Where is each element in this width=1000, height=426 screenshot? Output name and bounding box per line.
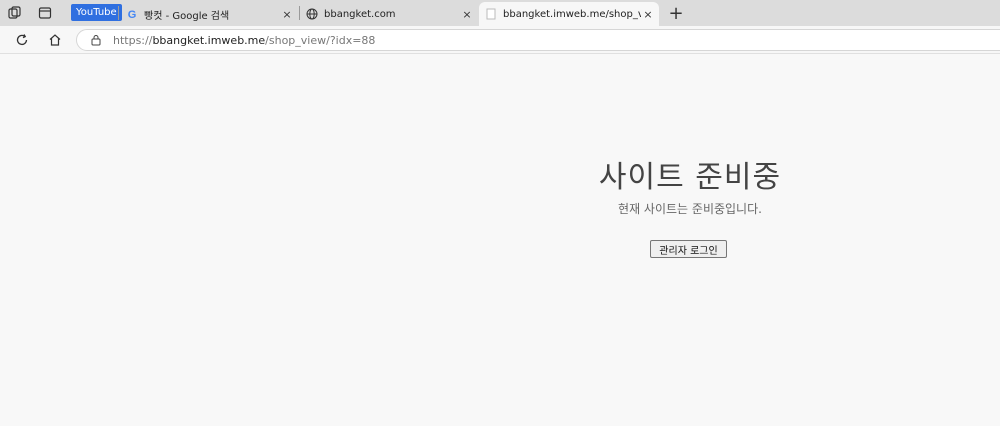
url-text[interactable]: https://bbangket.imweb.me/shop_view/?idx… <box>113 34 375 47</box>
tab-strip: YouTube G 빵컷 - Google 검색 × bbangket.com … <box>0 0 1000 26</box>
tab-google-search[interactable]: G 빵컷 - Google 검색 × <box>120 2 298 26</box>
address-bar[interactable]: https://bbangket.imweb.me/shop_view/?idx… <box>76 29 1000 51</box>
close-icon[interactable]: × <box>641 7 655 21</box>
tab-shop-view[interactable]: bbangket.imweb.me/shop_view/?i × <box>479 2 659 26</box>
page-title: 사이트 준비중 <box>598 160 782 195</box>
workspaces-icon[interactable] <box>5 4 25 22</box>
youtube-pinned-tab[interactable]: YouTube <box>71 4 122 21</box>
close-icon[interactable]: × <box>280 7 294 21</box>
tab-actions-icon[interactable] <box>35 4 55 22</box>
tab-title: 빵컷 - Google 검색 <box>144 10 230 22</box>
page-icon <box>485 8 497 20</box>
refresh-icon[interactable] <box>12 30 32 50</box>
url-path: /shop_view/?idx=88 <box>265 33 376 47</box>
page-content: 사이트 준비중 현재 사이트는 준비중입니다. 관리자 로그인 <box>0 54 1000 426</box>
google-icon: G <box>126 8 138 20</box>
home-icon[interactable] <box>45 30 65 50</box>
svg-text:G: G <box>128 9 137 20</box>
tab-title: bbangket.imweb.me/shop_view/?i <box>503 8 641 20</box>
url-scheme: https:// <box>113 33 153 47</box>
tab-bbangket[interactable]: bbangket.com × <box>300 2 478 26</box>
admin-login-button[interactable]: 관리자 로그인 <box>650 240 727 258</box>
tab-separator <box>118 6 119 20</box>
new-tab-button[interactable]: + <box>666 3 686 24</box>
page-subtitle: 현재 사이트는 준비중입니다. <box>618 202 762 216</box>
close-icon[interactable]: × <box>460 7 474 21</box>
globe-icon <box>306 8 318 20</box>
url-host: bbangket.imweb.me <box>152 33 266 47</box>
toolbar: https://bbangket.imweb.me/shop_view/?idx… <box>0 26 1000 54</box>
tab-title: bbangket.com <box>324 8 396 20</box>
lock-icon[interactable] <box>89 33 103 47</box>
